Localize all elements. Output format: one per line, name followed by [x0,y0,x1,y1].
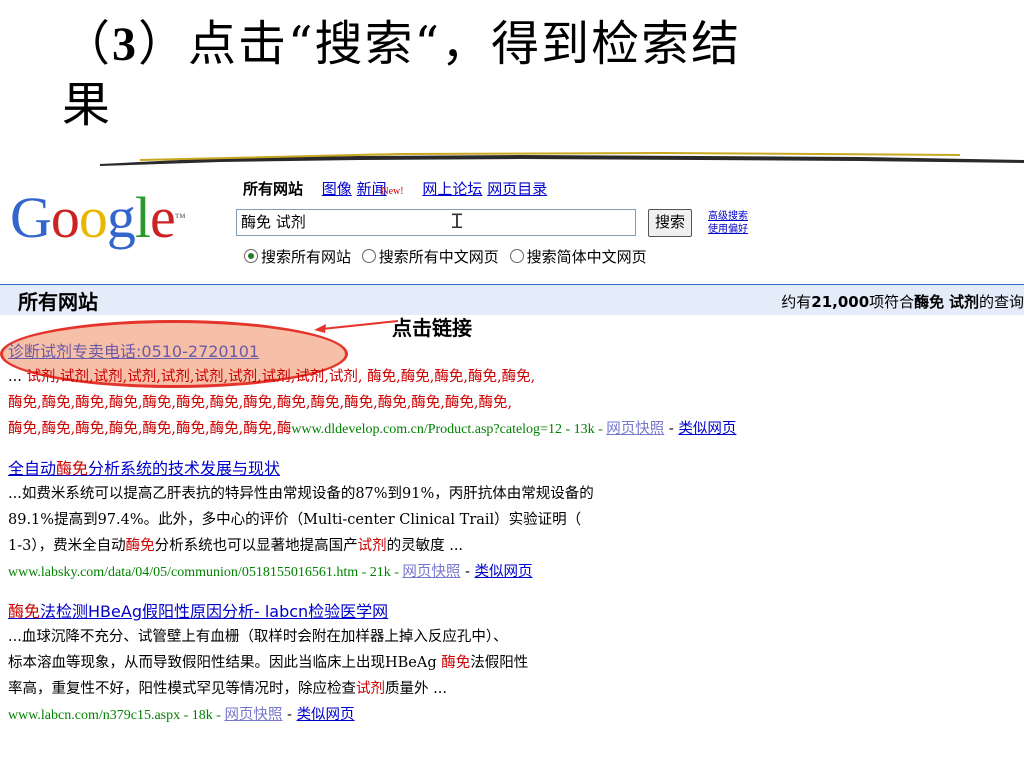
result-url: www.labcn.com/n379c15.aspx - 18k - [8,708,225,723]
result-url: www.labsky.com/data/04/05/communion/0518… [8,565,403,580]
radio-simplified-chinese[interactable] [509,249,524,263]
result-count: 约有21,000项符合酶免 试剂的查询 [781,293,1024,311]
result-snippet: ... 试剂,试剂,试剂,试剂,试剂,试剂,试剂,试剂,试剂,试剂, 酶免,酶免… [8,369,737,437]
text-cursor-icon: Ｉ [447,209,467,233]
advanced-search-link[interactable]: 高级搜索 [708,210,748,223]
tab-images[interactable]: 图像 [322,180,352,198]
radio-label-all-sites: 搜索所有网站 [261,248,352,266]
result-snippet: ...血球沉降不充分、试管壁上有血栅（取样时会附在加样器上掉入反应孔中）、 标本… [8,629,529,723]
search-tabs: 所有网站 图像 新闻 New! 网上论坛 网页目录 [243,178,547,199]
results-scope-label: 所有网站 [18,290,98,314]
result-item: 诊断试剂专卖电话:0510-2720101 ... 试剂,试剂,试剂,试剂,试剂… [8,340,1018,443]
results-list: 诊断试剂专卖电话:0510-2720101 ... 试剂,试剂,试剂,试剂,试剂… [8,340,1018,743]
result-title-link[interactable]: 酶免法检测HBeAg假阳性原因分析- labcn检验医学网 [8,600,1018,624]
google-logo[interactable]: Google™ [10,188,186,248]
result-snippet: ...如费米系统可以提高乙肝表抗的特异性由常规设备的87%到91%，丙肝抗体由常… [8,486,594,580]
cached-link[interactable]: 网页快照 [402,564,460,580]
radio-label-simplified-chinese: 搜索简体中文网页 [526,248,647,266]
results-header-bar: 所有网站 约有21,000项符合酶免 试剂的查询 [0,284,1024,315]
radio-all-chinese[interactable] [361,249,376,263]
result-title-link[interactable]: 诊断试剂专卖电话:0510-2720101 [8,340,1018,364]
tab-directory[interactable]: 网页目录 [487,180,547,198]
advanced-links: 高级搜索 使用偏好 [708,210,748,236]
new-badge: New! [381,186,404,197]
cached-link[interactable]: 网页快照 [224,707,282,723]
tab-forums[interactable]: 网上论坛 [422,180,482,198]
radio-label-all-chinese: 搜索所有中文网页 [378,248,499,266]
similar-pages-link[interactable]: 类似网页 [297,707,355,723]
result-url: www.dldevelop.com.cn/Product.asp?catelog… [291,422,607,437]
decorative-brush-rule [100,151,1024,166]
callout-arrow-icon [314,320,399,333]
radio-all-sites[interactable] [244,249,258,263]
callout-label: 点击链接 [392,316,472,340]
cached-link[interactable]: 网页快照 [606,421,664,437]
result-item: 酶免法检测HBeAg假阳性原因分析- labcn检验医学网 ...血球沉降不充分… [8,600,1018,729]
result-item: 全自动酶免分析系统的技术发展与现状 ...如费米系统可以提高乙肝表抗的特异性由常… [8,457,1018,586]
tab-all-sites: 所有网站 [243,180,304,198]
result-title-link[interactable]: 全自动酶免分析系统的技术发展与现状 [8,457,1018,481]
similar-pages-link[interactable]: 类似网页 [475,564,533,580]
trademark-mark: ™ [174,212,186,224]
preferences-link[interactable]: 使用偏好 [708,223,748,236]
slide-title: （3）点击“搜索“，得到检索结 果 [62,16,742,133]
search-button[interactable]: 搜索 [648,209,693,237]
browser-screenshot: Google™ 所有网站 图像 新闻 New! 网上论坛 网页目录 酶免 试剂 … [0,172,1024,768]
search-input[interactable]: 酶免 试剂 [236,209,636,236]
search-scope-options: 搜索所有网站 搜索所有中文网页 搜索简体中文网页 [244,246,653,267]
similar-pages-link[interactable]: 类似网页 [678,421,736,437]
